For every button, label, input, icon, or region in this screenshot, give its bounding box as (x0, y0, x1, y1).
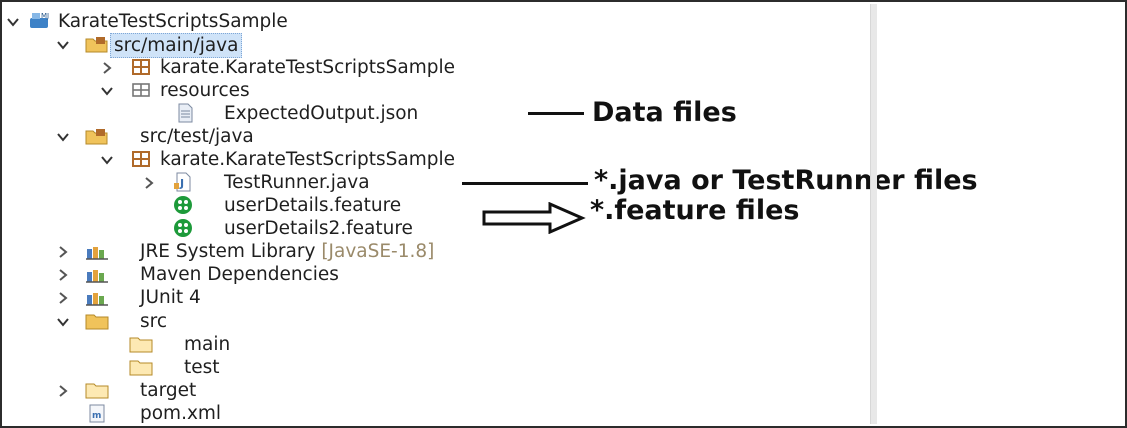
chevron-right-icon[interactable] (56, 384, 70, 398)
library-icon (84, 240, 110, 262)
library-icon (84, 286, 110, 308)
folder-icon (128, 79, 154, 101)
target-label: target (140, 380, 197, 401)
package-icon (128, 56, 154, 78)
svg-text:m: m (92, 411, 101, 421)
chevron-down-icon[interactable] (100, 84, 114, 98)
project-icon: MJ (26, 10, 52, 32)
chevron-down-icon[interactable] (6, 15, 20, 29)
folder-icon (84, 379, 110, 401)
expected-output-label: ExpectedOutput.json (224, 103, 419, 124)
library-icon (84, 263, 110, 285)
src-main-java-label: src/main/java (110, 33, 243, 58)
junit-label: JUnit 4 (140, 287, 201, 308)
cucumber-icon (170, 217, 196, 239)
jre-version-label: [JavaSE-1.8] (321, 241, 435, 262)
source-folder-icon (84, 33, 110, 55)
cucumber-icon (170, 194, 196, 216)
maven-label: Maven Dependencies (140, 264, 339, 285)
test-runner-label: TestRunner.java (224, 172, 370, 193)
feature-1-label: userDetails.feature (224, 195, 402, 216)
chevron-down-icon[interactable] (56, 38, 70, 52)
java-file-icon: J (170, 171, 196, 193)
test-package-label: karate.KarateTestScriptsSample (160, 149, 455, 170)
json-file-icon (172, 102, 198, 124)
feature-files-annotation: *.feature files (590, 195, 800, 226)
chevron-right-icon[interactable] (142, 176, 156, 190)
panel-divider (870, 4, 877, 424)
data-files-annotation: Data files (592, 97, 737, 128)
folder-icon (84, 310, 110, 332)
src-test-java-label: src/test/java (140, 126, 254, 147)
feature-2-label: userDetails2.feature (224, 218, 413, 239)
package-icon (128, 148, 154, 170)
source-folder-icon (84, 125, 110, 147)
main-label: main (184, 334, 231, 355)
arrow-right-icon (482, 202, 586, 234)
chevron-right-icon[interactable] (100, 61, 114, 75)
project-label: KarateTestScriptsSample (58, 11, 288, 32)
chevron-down-icon[interactable] (56, 315, 70, 329)
package-explorer-tree: MJ KarateTestScriptsSample src/main/java… (4, 4, 978, 424)
resources-label: resources (160, 80, 250, 101)
jre-label: JRE System Library (140, 241, 316, 262)
java-files-annotation: *.java or TestRunner files (594, 165, 978, 196)
data-files-pointer-line (528, 112, 584, 115)
maven-file-icon: m (84, 402, 110, 424)
pom-label: pom.xml (140, 403, 222, 424)
svg-text:MJ: MJ (41, 12, 49, 20)
chevron-right-icon[interactable] (56, 291, 70, 305)
folder-icon (128, 333, 154, 355)
jre-label-group: JRE System Library [JavaSE-1.8] (140, 240, 434, 263)
java-files-pointer-line (462, 182, 588, 185)
chevron-right-icon[interactable] (56, 245, 70, 259)
chevron-down-icon[interactable] (100, 153, 114, 167)
src-label: src (140, 311, 168, 332)
test-label: test (184, 357, 220, 378)
main-package-label: karate.KarateTestScriptsSample (160, 57, 455, 78)
chevron-down-icon[interactable] (56, 130, 70, 144)
svg-text:J: J (179, 177, 184, 190)
chevron-right-icon[interactable] (56, 268, 70, 282)
folder-icon (128, 356, 154, 378)
